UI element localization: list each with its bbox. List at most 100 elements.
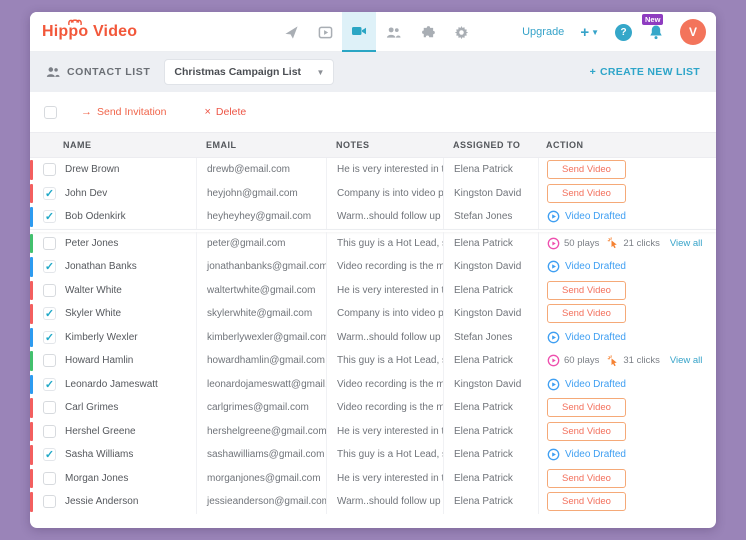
- contact-notes: This guy is a Hot Lead, so...: [326, 349, 443, 373]
- film-icon[interactable]: [308, 12, 342, 52]
- row-checkbox[interactable]: ✓: [43, 260, 56, 273]
- hippo-video-logo[interactable]: Hippo Video: [42, 23, 137, 41]
- gear-icon[interactable]: [444, 12, 478, 52]
- contact-name: Skyler White: [65, 308, 121, 319]
- send-video-button[interactable]: Send Video: [547, 184, 626, 203]
- main-nav: [274, 12, 478, 52]
- upgrade-link[interactable]: Upgrade: [522, 26, 564, 38]
- play-circle-icon: [547, 260, 560, 273]
- status-color-bar: [30, 469, 33, 489]
- contact-notes: He is very interested in the prod...: [326, 158, 443, 182]
- contact-email: heyheyhey@gmail.com: [196, 205, 326, 229]
- row-checkbox[interactable]: [43, 425, 56, 438]
- contact-email: skylerwhite@gmail.com: [196, 302, 326, 326]
- contact-notes: He is very interested in the prod...: [326, 279, 443, 303]
- send-video-button[interactable]: Send Video: [547, 492, 626, 511]
- clicks-icon: [607, 237, 619, 249]
- table-row[interactable]: ✓ Jonathan Banks jonathanbanks@gmail.com…: [30, 255, 716, 279]
- row-checkbox[interactable]: [43, 495, 56, 508]
- contact-list-label: CONTACT LIST: [46, 65, 150, 79]
- row-checkbox[interactable]: ✓: [43, 378, 56, 391]
- status-color-bar: [30, 492, 33, 512]
- status-color-bar: [30, 375, 33, 395]
- list-selector-dropdown[interactable]: Christmas Campaign List ▼: [164, 59, 334, 85]
- send-video-button[interactable]: Send Video: [547, 160, 626, 179]
- contact-name: Peter Jones: [65, 238, 118, 249]
- view-all-link[interactable]: View all: [670, 355, 703, 366]
- rocket-icon[interactable]: [274, 12, 308, 52]
- table-row[interactable]: ✓ Leonardo Jameswatt leonardojameswatt@g…: [30, 373, 716, 397]
- row-checkbox[interactable]: [43, 237, 56, 250]
- contact-assigned-to: Elena Patrick: [443, 420, 538, 444]
- play-circle-icon: [547, 448, 560, 461]
- contact-notes: Company is into video produ....: [326, 302, 443, 326]
- contact-assigned-to: Kingston David: [443, 182, 538, 206]
- play-circle-icon: [547, 378, 560, 391]
- video-camera-icon[interactable]: [342, 12, 376, 52]
- notifications-button[interactable]: New: [648, 24, 664, 45]
- send-video-button[interactable]: Send Video: [547, 281, 626, 300]
- video-drafted-link[interactable]: Video Drafted: [547, 260, 626, 273]
- status-color-bar: [30, 281, 33, 301]
- contact-notes: Video recording is the mai...: [326, 373, 443, 397]
- row-checkbox[interactable]: [43, 472, 56, 485]
- table-row[interactable]: Jessie Anderson jessieanderson@gmail.com…: [30, 490, 716, 514]
- table-row[interactable]: ✓ Bob Odenkirk heyheyhey@gmail.com Warm.…: [30, 205, 716, 229]
- table-row[interactable]: Drew Brown drewb@email.com He is very in…: [30, 158, 716, 182]
- row-checkbox[interactable]: [43, 354, 56, 367]
- row-checkbox[interactable]: [43, 163, 56, 176]
- table-row[interactable]: Howard Hamlin howardhamlin@gmail.com Thi…: [30, 349, 716, 373]
- table-row[interactable]: Carl Grimes carlgrimes@gmail.com Video r…: [30, 396, 716, 420]
- plays-count: 50 plays: [564, 238, 599, 249]
- table-row[interactable]: ✓ John Dev heyjohn@gmail.com Company is …: [30, 182, 716, 206]
- column-header-name: NAME: [30, 140, 196, 150]
- table-row[interactable]: ✓ Sasha Williams sashawilliams@gmail.com…: [30, 443, 716, 467]
- row-checkbox[interactable]: ✓: [43, 187, 56, 200]
- table-row[interactable]: ✓ Skyler White skylerwhite@gmail.com Com…: [30, 302, 716, 326]
- quick-create-button[interactable]: +▼: [580, 24, 599, 41]
- people-icon[interactable]: [376, 12, 410, 52]
- select-all-checkbox[interactable]: [44, 106, 57, 119]
- contact-name: Walter White: [65, 285, 122, 296]
- video-drafted-link[interactable]: Video Drafted: [547, 210, 626, 223]
- puzzle-icon[interactable]: [410, 12, 444, 52]
- table-row[interactable]: Walter White waltertwhite@gmail.com He i…: [30, 279, 716, 303]
- video-drafted-link[interactable]: Video Drafted: [547, 378, 626, 391]
- table-row[interactable]: Peter Jones peter@gmail.com This guy is …: [30, 232, 716, 256]
- send-video-button[interactable]: Send Video: [547, 304, 626, 323]
- view-all-link[interactable]: View all: [670, 238, 703, 249]
- status-color-bar: [30, 304, 33, 324]
- play-circle-icon: [547, 331, 560, 344]
- contact-name: Hershel Greene: [65, 426, 136, 437]
- column-header-email: EMAIL: [196, 140, 326, 150]
- status-color-bar: [30, 257, 33, 277]
- row-checkbox[interactable]: [43, 284, 56, 297]
- video-drafted-link[interactable]: Video Drafted: [547, 448, 626, 461]
- contact-name: Howard Hamlin: [65, 355, 133, 366]
- create-new-list-button[interactable]: +CREATE NEW LIST: [590, 66, 700, 78]
- row-checkbox[interactable]: [43, 401, 56, 414]
- contact-assigned-to: Elena Patrick: [443, 490, 538, 514]
- video-drafted-link[interactable]: Video Drafted: [547, 331, 626, 344]
- row-checkbox[interactable]: ✓: [43, 210, 56, 223]
- contact-email: heyjohn@gmail.com: [196, 182, 326, 206]
- send-invitation-button[interactable]: → Send Invitation: [81, 106, 166, 118]
- table-row[interactable]: Hershel Greene hershelgreene@gmail.com H…: [30, 420, 716, 444]
- send-video-button[interactable]: Send Video: [547, 422, 626, 441]
- contact-assigned-to: Elena Patrick: [443, 279, 538, 303]
- help-button[interactable]: ?: [615, 24, 632, 41]
- table-row[interactable]: Morgan Jones morganjones@gmail.com He is…: [30, 467, 716, 491]
- hippo-ears-icon: [67, 17, 83, 25]
- clicks-count: 21 clicks: [623, 238, 659, 249]
- row-checkbox[interactable]: ✓: [43, 331, 56, 344]
- delete-button[interactable]: × Delete: [204, 106, 246, 118]
- bulk-actions-bar: → Send Invitation × Delete: [30, 92, 716, 132]
- avatar[interactable]: V: [680, 19, 706, 45]
- status-color-bar: [30, 328, 33, 348]
- table-row[interactable]: ✓ Kimberly Wexler kimberlywexler@gmail.c…: [30, 326, 716, 350]
- send-video-button[interactable]: Send Video: [547, 398, 626, 417]
- send-video-button[interactable]: Send Video: [547, 469, 626, 488]
- contact-notes: This guy is a Hot Lead, so...: [326, 232, 443, 256]
- row-checkbox[interactable]: ✓: [43, 307, 56, 320]
- row-checkbox[interactable]: ✓: [43, 448, 56, 461]
